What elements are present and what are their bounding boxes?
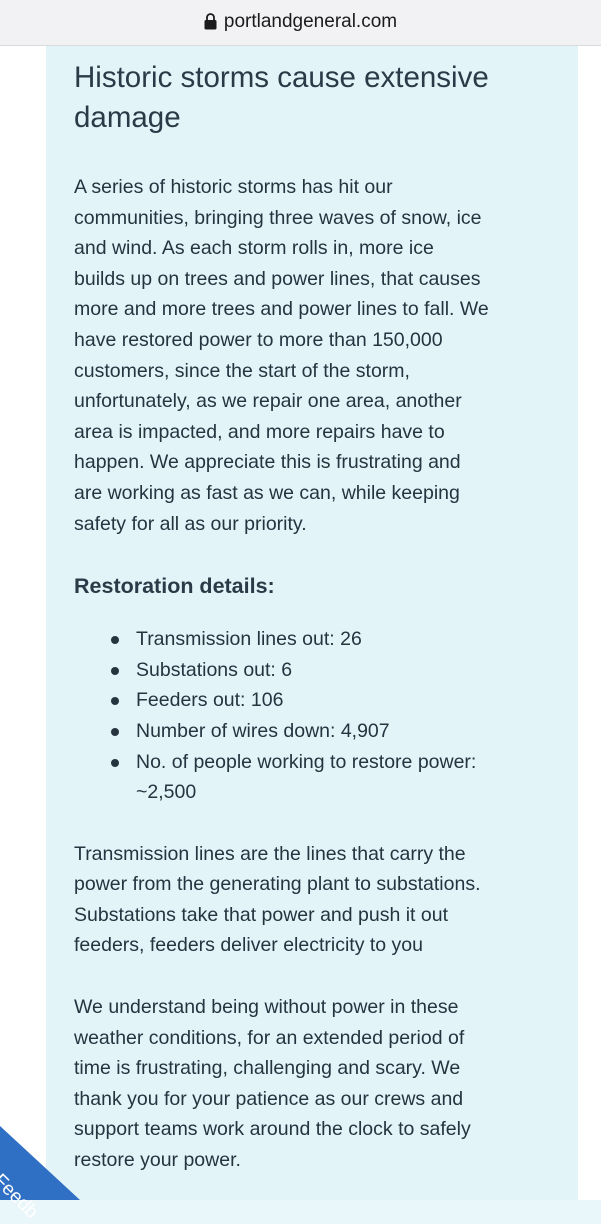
page-content: Historic storms cause extensive damage A… bbox=[0, 46, 601, 1200]
list-item: Transmission lines out: 26 bbox=[74, 624, 544, 655]
bullet-icon bbox=[111, 697, 119, 706]
article-content: Historic storms cause extensive damage A… bbox=[74, 58, 544, 1176]
article-title: Historic storms cause extensive damage bbox=[74, 61, 489, 134]
bullet-icon bbox=[111, 758, 119, 767]
bullet-icon bbox=[111, 666, 119, 675]
restoration-details-heading: Restoration details: bbox=[74, 574, 275, 599]
list-item: Substations out: 6 bbox=[74, 655, 544, 686]
bullet-icon bbox=[111, 636, 119, 645]
list-item: Number of wires down: 4,907 bbox=[74, 716, 544, 747]
list-item: No. of people working to restore power: ~… bbox=[74, 747, 544, 808]
intro-paragraph: A series of historic storms has hit our … bbox=[74, 176, 489, 535]
lock-icon bbox=[204, 13, 217, 30]
bullet-icon bbox=[111, 727, 119, 736]
list-item: Feeders out: 106 bbox=[74, 685, 544, 716]
url-text[interactable]: portlandgeneral.com bbox=[224, 11, 397, 33]
restoration-details-list: Transmission lines out: 26 Substations o… bbox=[74, 624, 544, 808]
browser-address-bar[interactable]: portlandgeneral.com bbox=[0, 0, 601, 46]
closing-paragraph: We understand being without power in the… bbox=[74, 996, 471, 1172]
explanation-paragraph: Transmission lines are the lines that ca… bbox=[74, 842, 481, 957]
